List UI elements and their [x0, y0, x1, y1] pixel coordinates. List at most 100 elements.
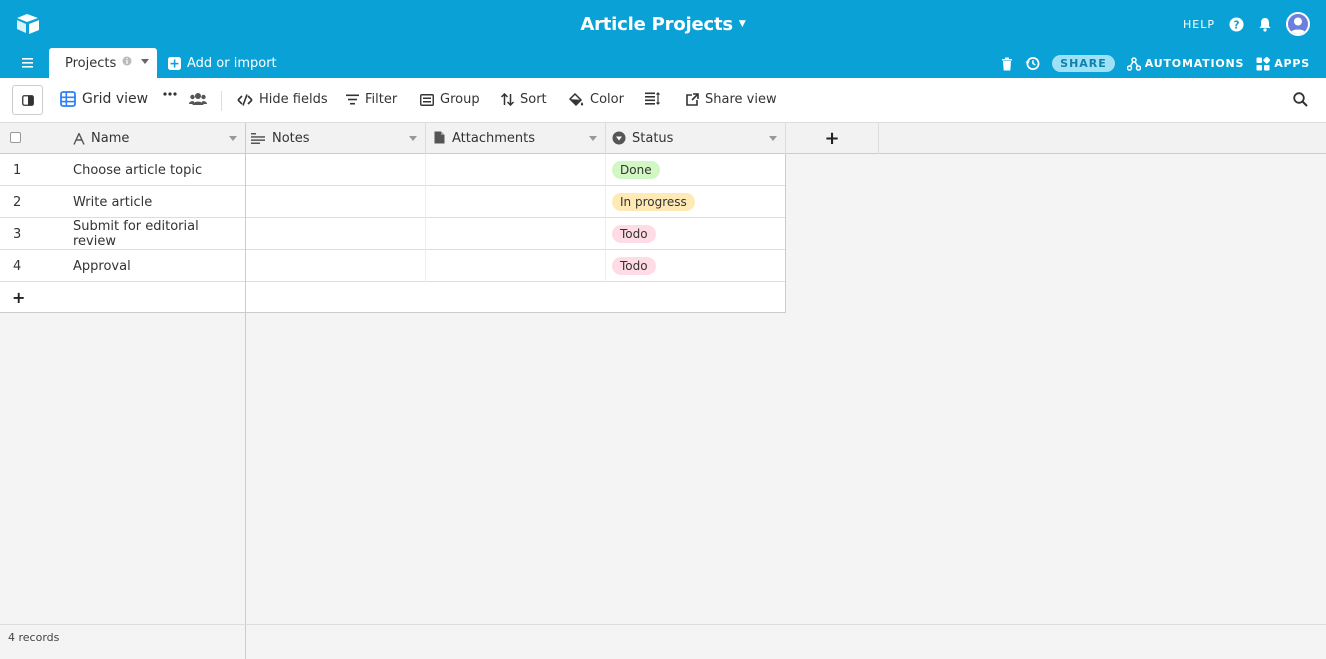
- color-label: Color: [590, 92, 624, 107]
- record-name: Choose article topic: [73, 162, 203, 178]
- toggle-sidebar-button[interactable]: [12, 85, 43, 115]
- status-badge: Todo: [612, 225, 656, 243]
- table-row[interactable]: 4 Approval Todo: [0, 250, 786, 282]
- chevron-down-icon[interactable]: [229, 136, 237, 141]
- column-header-label: Name: [91, 131, 130, 146]
- attachments-cell[interactable]: [426, 250, 606, 282]
- user-avatar[interactable]: [1286, 12, 1310, 36]
- search-button[interactable]: [1293, 92, 1308, 107]
- row-number: 4: [13, 258, 22, 274]
- base-title-label: Article Projects: [580, 14, 733, 35]
- name-cell[interactable]: 1 Choose article topic: [0, 154, 246, 186]
- chevron-down-icon[interactable]: [769, 136, 777, 141]
- automations-button[interactable]: AUTOMATIONS: [1126, 56, 1244, 71]
- toolbar-divider: [221, 91, 222, 111]
- sort-button[interactable]: Sort: [501, 92, 547, 107]
- info-icon[interactable]: [122, 56, 132, 66]
- text-field-icon: [73, 133, 85, 145]
- row-number: 1: [13, 162, 22, 178]
- single-select-icon: [612, 131, 626, 145]
- more-horizontal-icon: [163, 92, 177, 96]
- long-text-icon: [251, 133, 265, 144]
- sidebar-toggle-icon: [21, 94, 34, 106]
- status-cell[interactable]: Todo: [606, 250, 786, 282]
- status-cell[interactable]: Done: [606, 154, 786, 186]
- plus-icon: +: [12, 288, 26, 307]
- attachments-cell[interactable]: [426, 154, 606, 186]
- attachments-cell[interactable]: [426, 218, 606, 250]
- name-cell[interactable]: 4 Approval: [0, 250, 246, 282]
- name-cell[interactable]: 3 Submit for editorial review: [0, 218, 246, 250]
- group-label: Group: [440, 92, 480, 107]
- collaborators-button[interactable]: [189, 92, 207, 106]
- view-switcher[interactable]: Grid view: [60, 91, 148, 107]
- notification-bell-icon[interactable]: [1258, 17, 1272, 32]
- status-badge: Done: [612, 161, 660, 179]
- status-badge: Todo: [612, 257, 656, 275]
- notes-cell[interactable]: [246, 250, 426, 282]
- add-record-button[interactable]: +: [0, 282, 246, 313]
- group-icon: [420, 93, 434, 106]
- footer-divider: [245, 625, 246, 659]
- hamburger-menu-icon[interactable]: [20, 56, 36, 70]
- row-height-button[interactable]: [645, 92, 660, 105]
- add-or-import-button[interactable]: Add or import: [168, 56, 277, 71]
- add-record-row[interactable]: +: [0, 282, 786, 313]
- share-view-label: Share view: [705, 92, 777, 107]
- add-record-area[interactable]: [246, 282, 786, 313]
- column-header-label: Notes: [272, 131, 310, 146]
- column-header-status[interactable]: Status: [606, 123, 786, 154]
- record-count: 4 records: [8, 631, 60, 644]
- record-name: Submit for editorial review: [73, 219, 199, 249]
- share-view-button[interactable]: Share view: [686, 92, 777, 107]
- status-cell[interactable]: Todo: [606, 218, 786, 250]
- column-header-label: Status: [632, 131, 674, 146]
- name-cell[interactable]: 2 Write article: [0, 186, 246, 218]
- column-header-attachments[interactable]: Attachments: [426, 123, 606, 154]
- chevron-down-icon[interactable]: [589, 136, 597, 141]
- column-header-label: Attachments: [452, 131, 535, 146]
- filter-button[interactable]: Filter: [346, 92, 397, 107]
- record-name: Approval: [73, 258, 131, 274]
- table-row[interactable]: 2 Write article In progress: [0, 186, 786, 218]
- filter-icon: [346, 94, 359, 105]
- add-field-button[interactable]: +: [786, 123, 879, 154]
- table-tab-bar: Projects Add or import SHARE AUTOMATIONS…: [0, 48, 1326, 78]
- top-bar: Article Projects ▼ HELP ?: [0, 0, 1326, 48]
- apps-button[interactable]: APPS: [1256, 56, 1310, 71]
- history-icon[interactable]: [1025, 56, 1040, 71]
- table-row[interactable]: 3 Submit for editorial review Todo: [0, 218, 786, 250]
- row-height-icon: [645, 92, 660, 105]
- plus-square-icon: [168, 57, 181, 70]
- attachment-icon: [434, 131, 445, 144]
- chevron-down-icon: ▼: [738, 19, 746, 29]
- column-header-notes[interactable]: Notes: [246, 123, 426, 154]
- base-title[interactable]: Article Projects ▼: [0, 14, 1326, 35]
- status-cell[interactable]: In progress: [606, 186, 786, 218]
- help-icon[interactable]: ?: [1229, 16, 1244, 32]
- row-number: 3: [13, 226, 22, 242]
- hide-fields-button[interactable]: Hide fields: [237, 92, 328, 107]
- add-or-import-label: Add or import: [187, 56, 277, 71]
- share-button[interactable]: SHARE: [1052, 55, 1115, 72]
- tab-projects[interactable]: Projects: [49, 48, 157, 78]
- table-row[interactable]: 1 Choose article topic Done: [0, 154, 786, 186]
- select-all-checkbox[interactable]: [10, 132, 21, 143]
- attachments-cell[interactable]: [426, 186, 606, 218]
- help-label[interactable]: HELP: [1183, 18, 1215, 31]
- group-button[interactable]: Group: [420, 92, 480, 107]
- chevron-down-icon[interactable]: [409, 136, 417, 141]
- trash-icon[interactable]: [1001, 57, 1013, 71]
- automations-icon: [1126, 56, 1141, 71]
- notes-cell[interactable]: [246, 186, 426, 218]
- svg-text:?: ?: [1234, 19, 1240, 31]
- view-menu-button[interactable]: [163, 92, 177, 96]
- notes-cell[interactable]: [246, 218, 426, 250]
- color-button[interactable]: Color: [569, 92, 624, 107]
- chevron-down-icon[interactable]: [141, 59, 149, 65]
- view-toolbar: Grid view Hide fields Filter Group Sort …: [0, 78, 1326, 123]
- view-name: Grid view: [82, 91, 149, 107]
- notes-cell[interactable]: [246, 154, 426, 186]
- paint-bucket-icon: [569, 92, 584, 106]
- column-header-name[interactable]: Name: [0, 123, 246, 154]
